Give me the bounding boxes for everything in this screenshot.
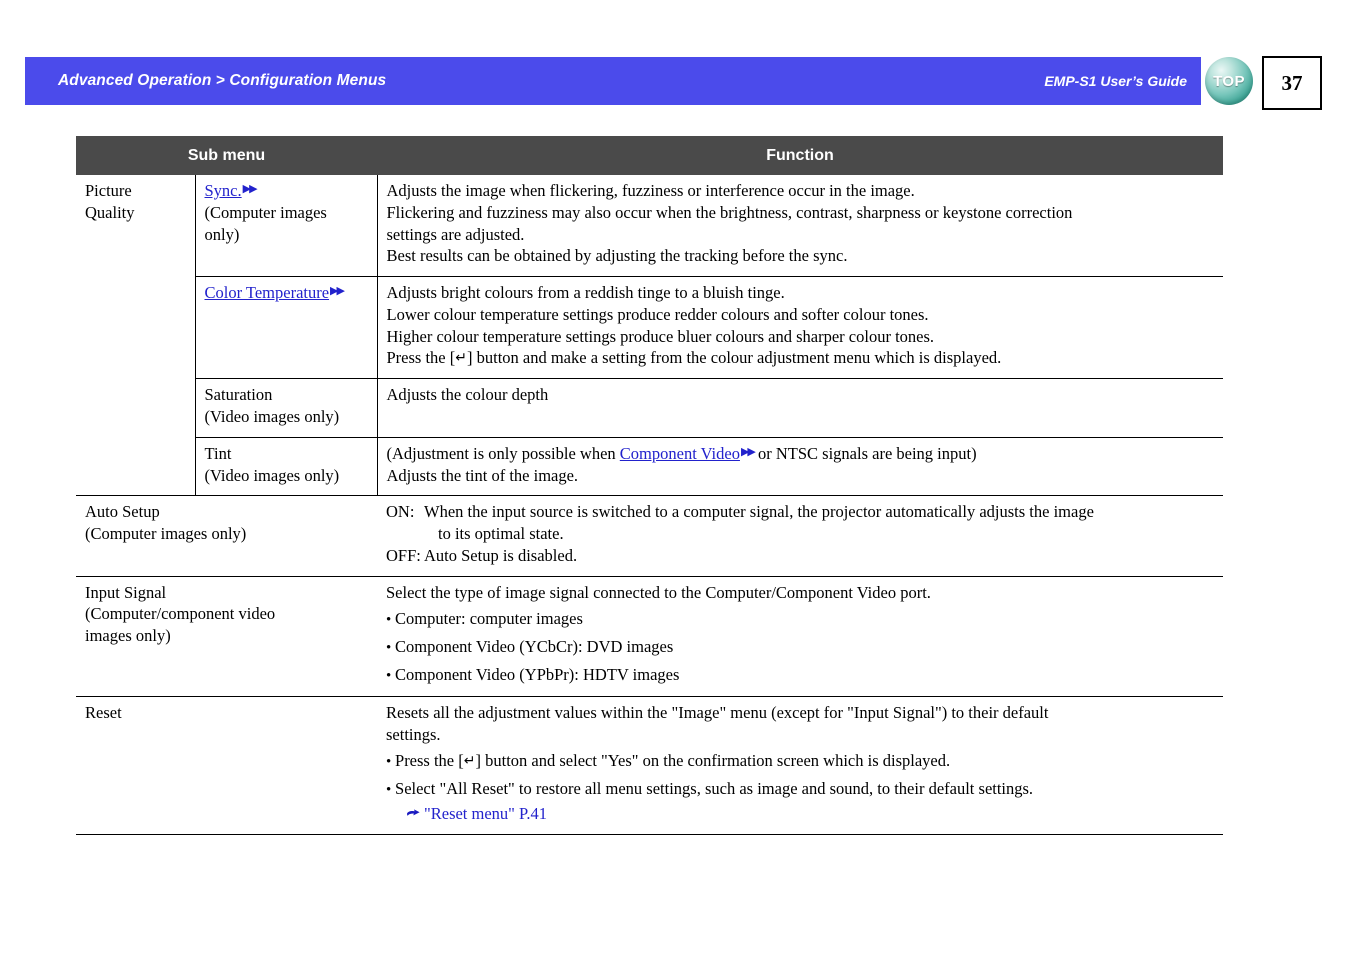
double-arrow-icon: ▶▶ <box>242 183 258 196</box>
sub-menu-auto-setup: Auto Setup (Computer images only) <box>76 495 377 577</box>
bullet-icon: • <box>386 640 396 657</box>
bullet-icon: • <box>386 754 396 771</box>
list-item: • Component Video (YPbPr): HDTV images <box>386 664 680 684</box>
sub-menu-tint: Tint (Video images only) <box>195 437 378 497</box>
page-number-box: 37 <box>1262 56 1322 110</box>
press-enter-instruction: Press the [↵] button and make a setting … <box>386 348 1002 368</box>
bullet-icon: • <box>386 612 396 629</box>
list-item: • Press the [↵] button and select "Yes" … <box>386 751 951 771</box>
page-number: 37 <box>1281 70 1303 95</box>
sub-menu-saturation: Saturation (Video images only) <box>195 378 378 438</box>
tint-condition-line: (Adjustment is only possible when Compon… <box>386 443 977 463</box>
bullet-icon: • <box>386 782 396 799</box>
pointing-hand-icon <box>406 804 421 816</box>
auto-setup-off: OFF: Auto Setup is disabled. <box>386 545 578 565</box>
sync-link-wrap: Sync.▶▶ <box>205 180 368 202</box>
sub-menu-sync: Sync.▶▶ (Computer images only) <box>195 175 378 278</box>
sub-menu-input-signal: Input Signal (Computer/component video i… <box>76 576 377 697</box>
function-input-signal: Select the type of image signal connecte… <box>377 576 1223 697</box>
double-arrow-icon: ▶▶ <box>740 445 756 458</box>
table-row: Saturation (Video images only) Adjusts t… <box>76 378 1223 438</box>
list-item: • Computer: computer images <box>386 609 583 629</box>
sub-menu-color-temperature: Color Temperature▶▶ <box>195 276 378 380</box>
function-auto-setup: ON: When the input source is switched to … <box>377 495 1223 577</box>
top-button[interactable]: TOP <box>1205 57 1253 105</box>
group-label-picture-quality: Picture Quality <box>76 175 196 497</box>
auto-setup-on: ON: When the input source is switched to … <box>386 502 1094 522</box>
header-function: Function <box>377 136 1223 176</box>
double-arrow-icon: ▶▶ <box>330 285 345 298</box>
page-header-bar: Advanced Operation > Configuration Menus… <box>25 57 1201 105</box>
table-row: Reset Resets all the adjustment values w… <box>76 696 1223 835</box>
breadcrumb: Advanced Operation > Configuration Menus <box>58 72 387 89</box>
header-sub-menu: Sub menu <box>76 136 377 176</box>
configuration-menu-table: Sub menu Function Picture Quality Sync.▶… <box>76 136 1223 835</box>
function-tint: (Adjustment is only possible when Compon… <box>377 437 1223 497</box>
component-video-link[interactable]: Component Video <box>620 444 740 463</box>
table-row: Tint (Video images only) (Adjustment is … <box>76 437 1223 497</box>
enter-key-icon: ↵ <box>463 753 476 770</box>
table-row: Input Signal (Computer/component video i… <box>76 576 1223 697</box>
table-row: Color Temperature▶▶ Adjusts bright colou… <box>76 276 1223 380</box>
table-header-row: Sub menu Function <box>76 136 1223 176</box>
color-temperature-link[interactable]: Color Temperature <box>205 283 330 302</box>
sub-menu-reset: Reset <box>76 696 377 835</box>
list-item: • Select "All Reset" to restore all menu… <box>386 779 1034 799</box>
top-button-label: TOP <box>1213 72 1245 90</box>
sync-note-line1: (Computer images <box>204 202 327 222</box>
table-row: Auto Setup (Computer images only) ON: Whe… <box>76 495 1223 577</box>
reset-menu-reference: "Reset menu" P.41 <box>386 803 1214 825</box>
enter-key-icon: ↵ <box>455 350 467 367</box>
function-color-temperature: Adjusts bright colours from a reddish ti… <box>377 276 1223 380</box>
function-reset: Resets all the adjustment values within … <box>377 696 1223 835</box>
guide-title: EMP-S1 User’s Guide <box>1044 73 1187 89</box>
function-saturation: Adjusts the colour depth <box>377 378 1223 438</box>
bullet-icon: • <box>386 667 396 684</box>
table-row: Picture Quality Sync.▶▶ (Computer images… <box>76 175 1223 497</box>
reset-menu-link[interactable]: "Reset menu" P.41 <box>424 804 547 823</box>
color-temperature-link-wrap: Color Temperature▶▶ <box>205 282 368 304</box>
function-sync: Adjusts the image when flickering, fuzzi… <box>377 175 1223 278</box>
sync-link[interactable]: Sync. <box>205 181 242 200</box>
sync-note-line2: only) <box>204 224 240 244</box>
list-item: • Component Video (YCbCr): DVD images <box>386 637 674 657</box>
